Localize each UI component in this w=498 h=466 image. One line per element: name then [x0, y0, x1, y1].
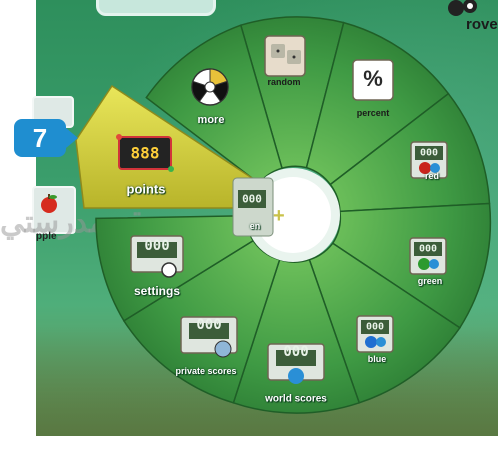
segment-label-red: red	[424, 171, 440, 181]
center-display-text: 000	[242, 192, 262, 206]
segment-label-blue: blue	[367, 354, 387, 364]
segment-label-percent: percent	[356, 108, 390, 118]
dice-icon	[264, 35, 306, 77]
segment-label-random: random	[267, 77, 301, 87]
segment-label-settings: settings	[133, 284, 181, 298]
percent-symbol: %	[363, 66, 383, 91]
step-badge: 7	[14, 119, 78, 157]
settings-display: 000	[144, 238, 170, 254]
points-display: 888	[130, 143, 160, 163]
plus-icon: +	[273, 205, 285, 227]
green-display: 000	[418, 243, 438, 255]
pie-wheel-icon	[191, 68, 229, 106]
private-scores-display: 000	[196, 317, 222, 333]
segment-label-world-scores: world scores	[265, 393, 327, 405]
segment-label-points: points	[126, 181, 166, 197]
red-display: 000	[419, 147, 439, 159]
blue-display: 000	[365, 321, 385, 333]
segment-label-private-scores: private scores	[175, 366, 237, 376]
center-partial-label: en	[249, 221, 261, 231]
world-scores-display: 000	[283, 344, 309, 360]
segment-label-green: green	[417, 276, 443, 286]
menu-wheel: +	[75, 16, 492, 414]
segment-label-more: more	[197, 114, 225, 126]
